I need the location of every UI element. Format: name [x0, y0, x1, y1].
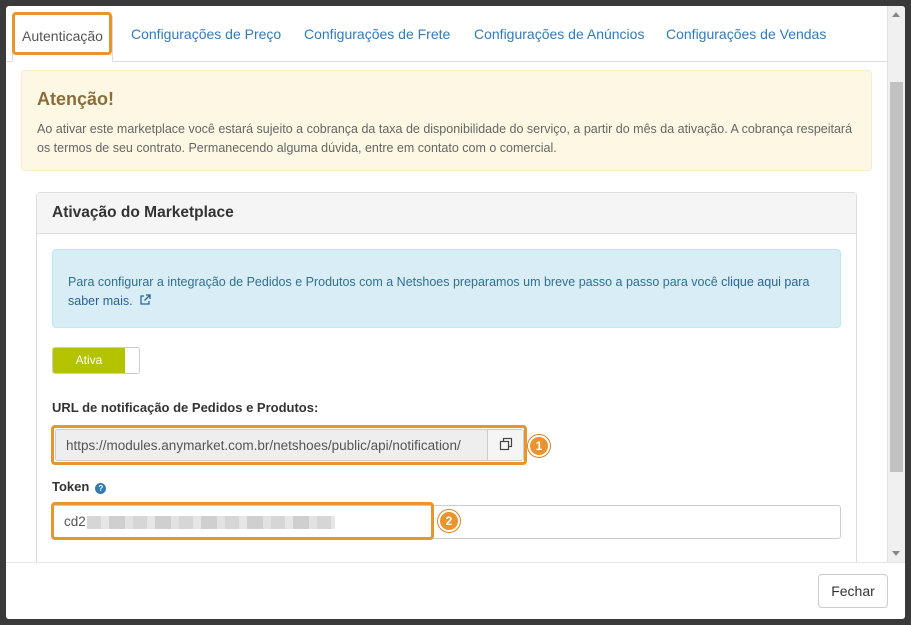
toggle-on-label: Ativa — [53, 348, 125, 373]
copy-button[interactable] — [487, 430, 523, 460]
close-button[interactable]: Fechar — [818, 574, 888, 608]
token-value: cd2 — [64, 514, 86, 529]
tab-bar: Autenticação Configurações de Preço Conf… — [6, 6, 887, 62]
copy-icon — [499, 437, 513, 454]
tab-autenticacao[interactable]: Autenticação — [12, 14, 113, 62]
vertical-scrollbar[interactable] — [887, 6, 905, 562]
modal-footer: Fechar — [6, 562, 905, 619]
notification-url-field[interactable]: https://modules.anymarket.com.br/netshoe… — [56, 430, 487, 460]
modal-dialog: Autenticação Configurações de Preço Conf… — [6, 6, 905, 619]
help-icon[interactable]: ? — [95, 483, 107, 494]
modal-body: Atenção! Ao ativar este marketplace você… — [6, 62, 887, 562]
step-badge-2: 2 — [438, 510, 460, 532]
tab-configuracoes-anuncios[interactable]: Configurações de Anúncios — [474, 14, 644, 54]
external-link-icon[interactable] — [139, 293, 151, 312]
scrollbar-thumb[interactable] — [890, 82, 903, 472]
info-alert: Para configurar a integração de Pedidos … — [52, 249, 841, 328]
activation-panel: Ativação do Marketplace Para configurar … — [36, 192, 857, 562]
warning-text: Ao ativar este marketplace você estará s… — [37, 122, 853, 155]
tab-configuracoes-frete[interactable]: Configurações de Frete — [304, 14, 450, 54]
scroll-down-arrow-icon[interactable] — [892, 551, 900, 556]
url-input-group: https://modules.anymarket.com.br/netshoe… — [55, 429, 524, 461]
panel-title: Ativação do Marketplace — [37, 193, 856, 234]
tab-configuracoes-preco[interactable]: Configurações de Preço — [131, 14, 281, 54]
token-label: Token — [52, 479, 90, 494]
token-label-row: Token? — [52, 479, 107, 494]
warning-title: Atenção! — [37, 89, 115, 109]
step-badge-1: 1 — [528, 435, 550, 457]
redacted-token-blur — [86, 515, 335, 529]
url-label: URL de notificação de Pedidos e Produtos… — [52, 400, 319, 415]
scroll-up-arrow-icon[interactable] — [892, 12, 900, 17]
warning-alert: Atenção! Ao ativar este marketplace você… — [21, 70, 872, 171]
active-toggle[interactable]: Ativa — [52, 347, 140, 374]
tab-configuracoes-vendas[interactable]: Configurações de Vendas — [666, 14, 826, 54]
info-text: Para configurar a integração de Pedidos … — [68, 275, 722, 289]
